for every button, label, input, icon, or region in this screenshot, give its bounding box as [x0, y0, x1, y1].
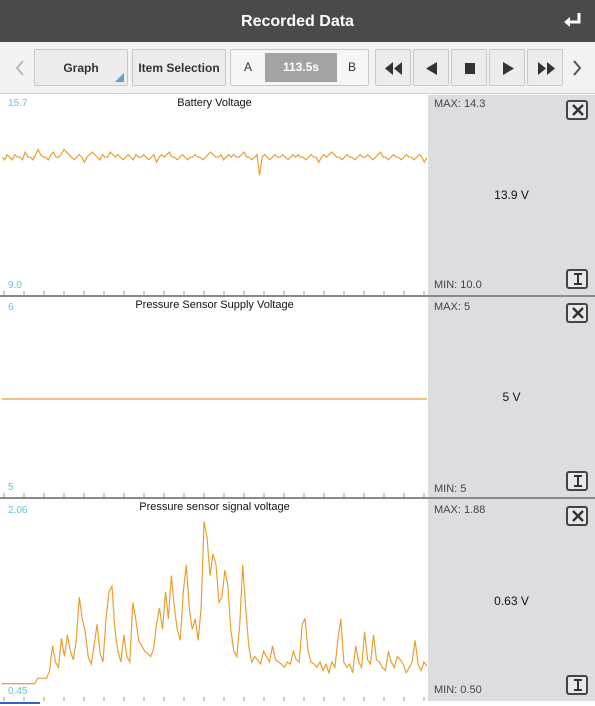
return-arrow-icon[interactable]	[559, 8, 587, 34]
play-button[interactable]	[489, 49, 525, 86]
ab-marker-group: A 113.5s B	[230, 49, 369, 86]
close-icon	[572, 307, 584, 319]
value-side-panel: MAX: 14.3 13.9 V MIN: 10.0	[428, 95, 595, 295]
title-bar: Recorded Data	[0, 0, 595, 42]
value-side-panel: MAX: 1.88 0.63 V MIN: 0.50	[428, 499, 595, 701]
supply-voltage-chart	[2, 398, 427, 497]
marker-a-button[interactable]: A	[233, 50, 263, 85]
y-min-label: 9.0	[8, 280, 22, 291]
dropdown-corner-icon	[115, 73, 124, 82]
value-side-panel: MAX: 5 5 V MIN: 5	[428, 297, 595, 497]
max-label: MAX: 5	[434, 301, 471, 313]
close-graph-button[interactable]	[566, 506, 588, 526]
toolbar: Graph Item Selection A 113.5s B	[0, 42, 595, 94]
battery-voltage-chart	[2, 148, 427, 295]
fast-forward-button[interactable]	[527, 49, 563, 86]
plot-area: 2.06 Pressure sensor signal voltage 0.45	[2, 499, 427, 701]
scale-button[interactable]	[566, 269, 588, 289]
graph-view-button[interactable]: Graph	[34, 49, 128, 86]
scroll-indicator	[0, 702, 40, 704]
scale-button[interactable]	[566, 471, 588, 491]
marker-b-button[interactable]: B	[337, 50, 367, 85]
y-min-label: 5	[8, 482, 14, 493]
current-value: 0.63 V	[494, 594, 529, 608]
current-value: 13.9 V	[494, 188, 529, 202]
series-line	[2, 521, 427, 685]
scale-icon	[574, 273, 582, 285]
max-label: MAX: 14.3	[434, 98, 486, 110]
plot-area: 15.7 Battery Voltage 9.0	[2, 95, 427, 295]
chevron-left-icon[interactable]	[10, 42, 30, 94]
scale-button[interactable]	[566, 675, 588, 695]
y-min-label: 0.45	[8, 686, 28, 697]
scale-icon	[574, 475, 582, 487]
signal-voltage-chart	[2, 521, 427, 701]
graph-panel-signal-voltage: 2.06 Pressure sensor signal voltage 0.45…	[0, 499, 595, 701]
min-label: MIN: 5	[434, 483, 467, 495]
close-graph-button[interactable]	[566, 100, 588, 120]
page-title: Recorded Data	[241, 13, 354, 30]
rewind-button[interactable]	[375, 49, 411, 86]
min-label: MIN: 10.0	[434, 279, 482, 291]
time-display: 113.5s	[265, 53, 337, 82]
close-graph-button[interactable]	[566, 303, 588, 323]
scale-icon	[574, 679, 582, 691]
stop-icon	[465, 63, 475, 74]
close-icon	[572, 104, 584, 116]
plot-area: 6 Pressure Sensor Supply Voltage 5	[2, 297, 427, 497]
step-back-button[interactable]	[413, 49, 449, 86]
close-icon	[572, 510, 584, 522]
current-value: 5 V	[502, 390, 521, 404]
chevron-right-icon[interactable]	[567, 42, 587, 94]
rewind-icon	[385, 62, 402, 75]
item-selection-label: Item Selection	[138, 61, 220, 75]
stop-button[interactable]	[451, 49, 487, 86]
step-back-icon	[426, 62, 437, 75]
fast-forward-icon	[538, 62, 555, 75]
item-selection-button[interactable]: Item Selection	[132, 49, 226, 86]
graph-view-label: Graph	[63, 61, 99, 75]
play-icon	[503, 62, 514, 75]
min-label: MIN: 0.50	[434, 684, 482, 696]
series-line	[2, 148, 427, 176]
graph-panel-supply-voltage: 6 Pressure Sensor Supply Voltage 5 MAX: …	[0, 297, 595, 497]
max-label: MAX: 1.88	[434, 504, 486, 516]
graph-panel-battery-voltage: 15.7 Battery Voltage 9.0 MAX: 14.3 13.9 …	[0, 95, 595, 295]
